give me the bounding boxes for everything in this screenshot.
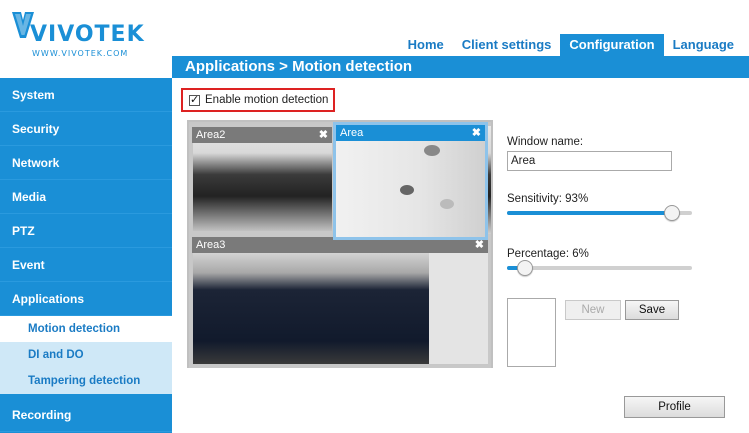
- sidebar-item-recording[interactable]: Recording: [0, 398, 172, 432]
- sidebar-item-security[interactable]: Security: [0, 112, 172, 146]
- area-close-icon[interactable]: ✖: [472, 125, 481, 141]
- sidebar-subitem-motion-detection[interactable]: Motion detection: [0, 316, 172, 342]
- camera-bullet-icon: [400, 185, 414, 195]
- sidebar-submenu: Motion detection DI and DO Tampering det…: [0, 316, 172, 398]
- sidebar: System Security Network Media PTZ Event …: [0, 78, 172, 433]
- area-header[interactable]: Area ✖: [336, 125, 485, 141]
- sidebar-item-network[interactable]: Network: [0, 146, 172, 180]
- sidebar-item-system[interactable]: System: [0, 78, 172, 112]
- area3-title: Area3: [196, 239, 226, 251]
- camera-mount-icon: [440, 199, 454, 209]
- sidebar-subitem-di-and-do[interactable]: DI and DO: [0, 342, 172, 368]
- enable-label: Enable motion detection: [205, 94, 329, 106]
- logo-url: WWW.VIVOTEK.COM: [32, 49, 129, 58]
- area-title: Area: [340, 127, 364, 139]
- sensitivity-slider[interactable]: [507, 205, 692, 221]
- percentage-slider-thumb[interactable]: [517, 260, 534, 276]
- vivotek-logo: VIVOTEK WWW.VIVOTEK.COM: [12, 10, 152, 58]
- nav-home[interactable]: Home: [399, 34, 453, 56]
- motion-window-area[interactable]: Area ✖: [333, 122, 488, 240]
- logo-text: VIVOTEK: [30, 22, 145, 47]
- camera-dome-icon: [424, 145, 440, 156]
- percentage-label: Percentage: 6%: [507, 248, 589, 260]
- percentage-slider[interactable]: [507, 260, 692, 276]
- nav-language[interactable]: Language: [664, 34, 743, 56]
- sidebar-item-media[interactable]: Media: [0, 180, 172, 214]
- nav-client-settings[interactable]: Client settings: [453, 34, 561, 56]
- nav-configuration[interactable]: Configuration: [560, 34, 664, 56]
- top-navigation: Home Client settings Configuration Langu…: [399, 34, 743, 56]
- sidebar-subitem-tampering-detection[interactable]: Tampering detection: [0, 368, 172, 394]
- new-button[interactable]: New: [565, 300, 621, 320]
- sensitivity-slider-fill: [507, 211, 673, 215]
- area2-header[interactable]: Area2 ✖: [192, 127, 332, 143]
- sidebar-item-event[interactable]: Event: [0, 248, 172, 282]
- area-feed: [336, 141, 485, 237]
- sidebar-item-ptz[interactable]: PTZ: [0, 214, 172, 248]
- page-title: Applications > Motion detection: [172, 56, 749, 78]
- motion-preview-box: [507, 298, 556, 367]
- sidebar-item-applications[interactable]: Applications: [0, 282, 172, 316]
- enable-checkbox[interactable]: [189, 93, 200, 106]
- area2-title: Area2: [196, 129, 226, 141]
- motion-window-area2[interactable]: Area2 ✖: [189, 124, 335, 234]
- window-name-label: Window name:: [507, 136, 584, 148]
- sensitivity-slider-thumb[interactable]: [664, 205, 681, 221]
- profile-button[interactable]: Profile: [624, 396, 725, 418]
- area2-close-icon[interactable]: ✖: [319, 127, 328, 143]
- window-name-input[interactable]: Area: [507, 151, 672, 171]
- motion-window-area3[interactable]: Area3 ✖: [189, 234, 491, 368]
- save-button[interactable]: Save: [625, 300, 679, 320]
- sensitivity-label: Sensitivity: 93%: [507, 193, 589, 205]
- enable-motion-detection[interactable]: Enable motion detection: [181, 88, 335, 112]
